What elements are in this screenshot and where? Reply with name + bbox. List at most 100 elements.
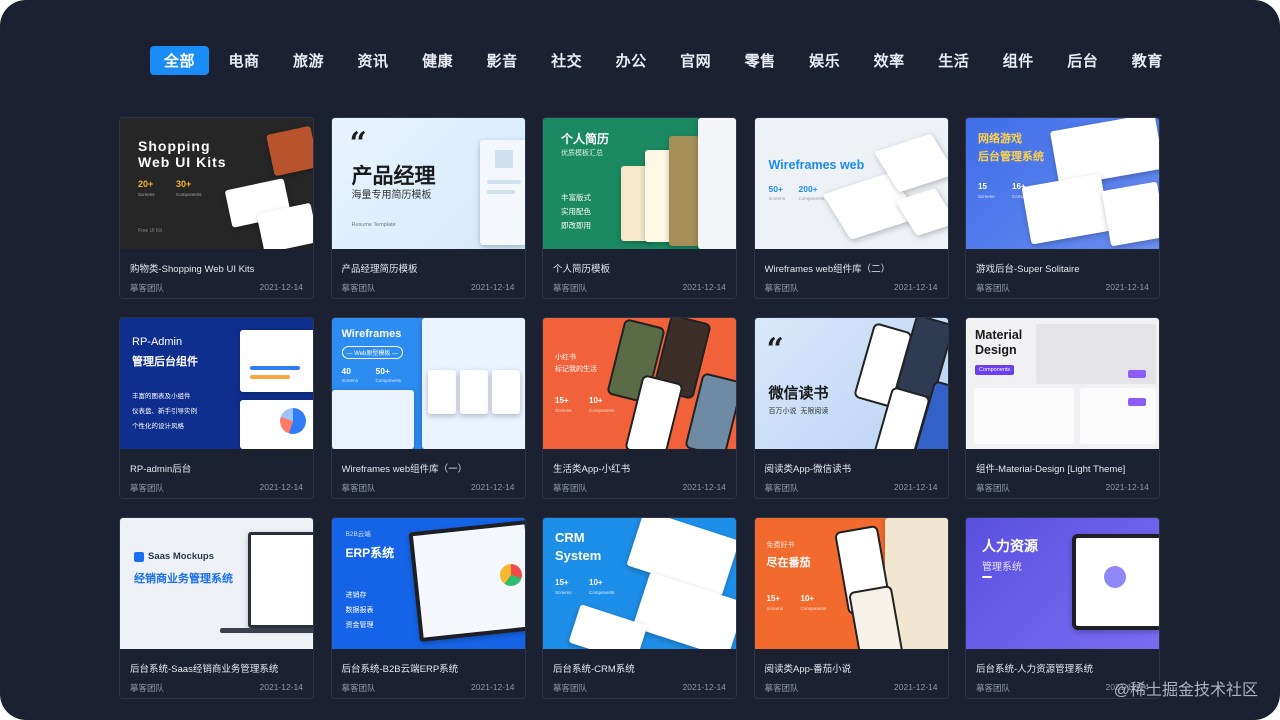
template-card-game-admin[interactable]: 网络游戏 后台管理系统 15 Screens 16+ Components 游戏… [965, 117, 1160, 299]
thumb-button [1128, 370, 1146, 378]
thumb-laptop-screen [248, 532, 313, 628]
thumb-subtitle: Web UI Kits [138, 154, 227, 170]
thumb-kicker: 免费好书 [766, 542, 795, 549]
tab-health[interactable]: 健康 [408, 46, 467, 75]
thumb-mockup [974, 388, 1074, 444]
card-thumbnail: 免费好书 尽在番茄 15+ Screens 10+ Components [754, 518, 948, 649]
template-card-rp-admin[interactable]: RP-Admin 管理后台组件 丰富的图表及小组件 仪表盘、新手引导实例 个性化… [119, 317, 314, 499]
thumb-title: 微信读书 [768, 385, 829, 402]
template-card-product-manager-resume[interactable]: “ 产品经理 海量专用简历模板 Resume Template 产品经理简历模板… [330, 117, 526, 299]
tab-ecommerce[interactable]: 电商 [215, 46, 274, 75]
card-thumbnail: 小红书 标记我的生活 15+ Screens 10+ Components [543, 318, 736, 449]
quote-icon: “ [349, 126, 367, 161]
thumb-stat-label: Screens [766, 606, 784, 611]
template-card-xiaohongshu[interactable]: 小红书 标记我的生活 15+ Screens 10+ Components 生活… [542, 317, 737, 499]
template-card-b2b-erp[interactable]: B2B云端 ERP系统 进销存 数据报表 资金管理 后台系统-B2B云端ERP系… [330, 517, 526, 699]
template-card-personal-resume[interactable]: 个人简历 优质模板汇总 丰富版式 实用配色 即改即用 个人简历模板 摹客团队 20… [542, 117, 737, 299]
tab-social[interactable]: 社交 [537, 46, 596, 75]
card-thumbnail: 个人简历 优质模板汇总 丰富版式 实用配色 即改即用 [543, 118, 736, 249]
thumb-title: Saas Mockups [148, 551, 214, 562]
thumb-title: 网络游戏 [978, 133, 1022, 145]
thumb-pie [280, 408, 306, 434]
card-date: 2021-12-14 [259, 682, 303, 692]
thumb-stat: 15+ [555, 396, 569, 405]
thumb-feature: 实用配色 [561, 207, 591, 216]
thumb-subtitle: System [555, 548, 602, 563]
tab-efficiency[interactable]: 效率 [860, 46, 919, 75]
card-thumbnail: Saas Mockups 经销商业务管理系统 [120, 518, 313, 649]
tab-retail[interactable]: 零售 [731, 46, 790, 75]
thumb-mockup [266, 125, 313, 177]
card-date: 2021-12-14 [894, 482, 938, 492]
template-card-hr-system[interactable]: 人力资源 管理系统 后台系统-人力资源管理系统 摹客团队 2021-12-14 [965, 517, 1160, 699]
category-tabs: 全部 电商 旅游 资讯 健康 影音 社交 办公 官网 零售 娱乐 效率 生活 组… [150, 46, 1182, 75]
tab-website[interactable]: 官网 [666, 46, 725, 75]
card-author: 摹客团队 [341, 283, 376, 293]
thumb-feature: 即改即用 [561, 221, 591, 230]
card-author: 摹客团队 [341, 483, 376, 493]
template-card-fanqie-novel[interactable]: 免费好书 尽在番茄 15+ Screens 10+ Components 阅读类… [753, 517, 949, 699]
thumb-mockup [1049, 118, 1159, 187]
thumb-feature: 数据报表 [345, 607, 374, 614]
thumb-subtitle: 管理系统 [982, 562, 1022, 573]
thumb-stat-label: Screens [555, 408, 572, 413]
card-title: 后台系统-Saas经销商业务管理系统 [130, 664, 279, 675]
thumb-subtitle: 标记我的生活 [555, 366, 597, 373]
thumb-stat-label: Components [375, 378, 402, 383]
template-card-wireframes-web-1[interactable]: Wireframes — Web原型模板 — 40 Screens 50+ Co… [330, 317, 526, 499]
thumb-resume-sheet [698, 118, 736, 249]
tab-components[interactable]: 组件 [989, 46, 1048, 75]
tab-education[interactable]: 教育 [1118, 46, 1177, 75]
tab-backend[interactable]: 后台 [1053, 46, 1112, 75]
app-frame: 全部 电商 旅游 资讯 健康 影音 社交 办公 官网 零售 娱乐 效率 生活 组… [0, 0, 1280, 720]
card-title: RP-admin后台 [130, 464, 192, 475]
card-author: 摹客团队 [553, 683, 588, 693]
thumb-donut [499, 564, 522, 586]
thumb-mockup [491, 370, 520, 414]
card-thumbnail: Wireframes — Web原型模板 — 40 Screens 50+ Co… [331, 318, 525, 449]
thumb-stat: 10+ [800, 594, 815, 603]
thumb-stat-label: Components [800, 606, 827, 611]
thumb-feature: 仪表盘、新手引导实例 [132, 408, 197, 415]
thumb-stat: 15 [978, 182, 987, 191]
template-card-crm[interactable]: CRM System 15+ Screens 10+ Components 后台… [542, 517, 737, 699]
thumb-title: 个人简历 [561, 132, 610, 146]
card-date: 2021-12-14 [894, 282, 938, 292]
card-author: 摹客团队 [553, 283, 588, 293]
thumb-badge: — Web原型模板 — [341, 346, 404, 359]
template-card-wireframes-web-2[interactable]: Wireframes web 50+ Screens 200+ Componen… [753, 117, 949, 299]
template-card-shopping[interactable]: Shopping Web UI Kits 20+ Screens 30+ Com… [119, 117, 314, 299]
card-author: 摹客团队 [130, 483, 165, 493]
thumb-stat: 30+ [176, 179, 192, 189]
thumb-feature: 个性化的设计风格 [132, 423, 184, 430]
thumb-footnote: Free UI Kit [138, 228, 162, 234]
tab-all[interactable]: 全部 [150, 46, 210, 75]
thumb-kicker: B2B云端 [345, 531, 371, 538]
tab-life[interactable]: 生活 [924, 46, 983, 75]
thumb-progress [250, 375, 290, 379]
thumb-stat-label: Screens [555, 590, 572, 595]
thumb-stat-label: Components [589, 408, 615, 413]
thumb-title: CRM [555, 530, 585, 545]
thumb-title: RP-Admin [132, 336, 183, 348]
template-card-material-design[interactable]: Material Design Components 组件-Material-D… [965, 317, 1160, 499]
template-card-saas-dealer[interactable]: Saas Mockups 经销商业务管理系统 后台系统-Saas经销商业务管理系… [119, 517, 314, 699]
tab-news[interactable]: 资讯 [344, 46, 403, 75]
thumb-feature: 进销存 [345, 592, 367, 599]
card-thumbnail: Wireframes web 50+ Screens 200+ Componen… [754, 118, 948, 249]
tab-entertainment[interactable]: 娱乐 [795, 46, 854, 75]
card-author: 摹客团队 [976, 283, 1011, 293]
thumb-title: ERP系统 [345, 546, 395, 560]
tab-travel[interactable]: 旅游 [279, 46, 338, 75]
thumb-title: Material [975, 328, 1023, 342]
thumb-subtitle: Design [975, 343, 1017, 357]
card-date: 2021-12-14 [894, 682, 938, 692]
tab-office[interactable]: 办公 [602, 46, 661, 75]
tab-media[interactable]: 影音 [473, 46, 532, 75]
card-author: 摹客团队 [764, 483, 799, 493]
card-thumbnail: Shopping Web UI Kits 20+ Screens 30+ Com… [120, 118, 313, 249]
card-title: 组件-Material-Design [Light Theme] [976, 464, 1126, 475]
template-card-weread[interactable]: “ 微信读书 百万小说 无限阅读 阅读类App-微信读书 摹客团队 2021-12… [753, 317, 949, 499]
thumb-feature: 丰富版式 [561, 193, 591, 202]
card-date: 2021-12-14 [682, 682, 726, 692]
